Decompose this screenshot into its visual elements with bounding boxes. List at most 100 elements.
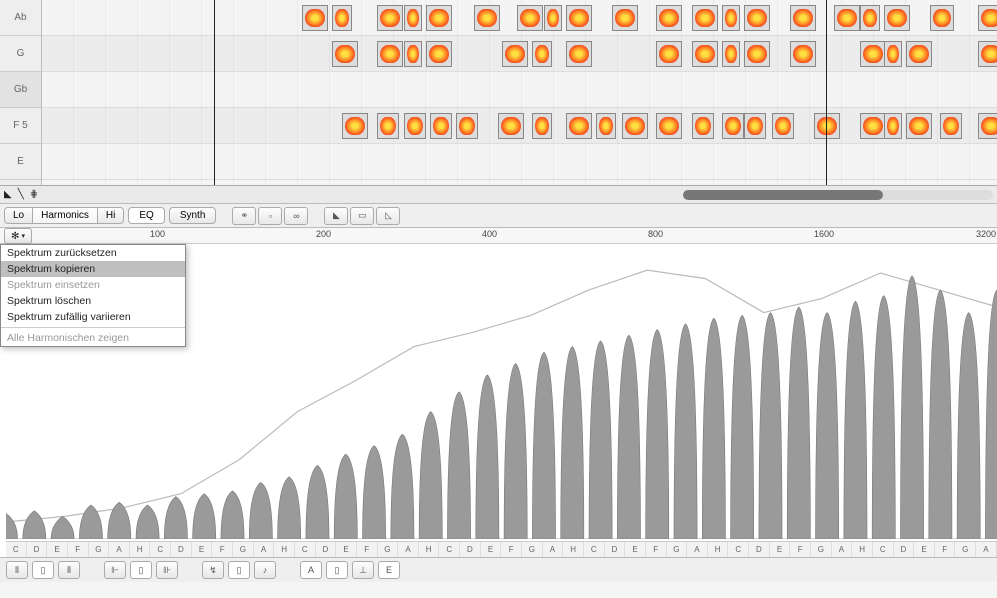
note-blob[interactable]: [404, 5, 422, 31]
track-row[interactable]: [42, 72, 997, 108]
menu-item[interactable]: Spektrum zufällig variieren: [1, 309, 185, 325]
note-blob[interactable]: [532, 113, 552, 139]
amp-button[interactable]: A: [300, 561, 322, 579]
note-blob[interactable]: [884, 113, 902, 139]
mode-b-icon[interactable]: ▭: [350, 207, 374, 225]
mode-a-icon[interactable]: ◣: [324, 207, 348, 225]
playhead[interactable]: [214, 0, 215, 185]
note-blob[interactable]: [404, 113, 426, 139]
menu-item[interactable]: Spektrum kopieren: [1, 261, 185, 277]
note-blob[interactable]: [744, 113, 766, 139]
menu-item[interactable]: Spektrum löschen: [1, 293, 185, 309]
note-blob[interactable]: [377, 5, 403, 31]
note-blob[interactable]: [692, 113, 714, 139]
note-blob[interactable]: [906, 41, 932, 67]
track-area[interactable]: [42, 0, 997, 185]
note-blob[interactable]: [474, 5, 500, 31]
note-blob[interactable]: [860, 113, 886, 139]
track-row[interactable]: [42, 108, 997, 144]
note-blob[interactable]: [772, 113, 794, 139]
note-blob[interactable]: [342, 113, 368, 139]
mode-c-icon[interactable]: ◺: [376, 207, 400, 225]
note-blob[interactable]: [656, 113, 682, 139]
tool-5-icon[interactable]: ▯: [130, 561, 152, 579]
note-blob[interactable]: [978, 41, 997, 67]
eq-button[interactable]: EQ: [128, 207, 164, 224]
tool-7-icon[interactable]: ↯: [202, 561, 224, 579]
note-blob[interactable]: [404, 41, 422, 67]
note-blob[interactable]: [332, 5, 352, 31]
note-blob[interactable]: [377, 41, 403, 67]
synth-button[interactable]: Synth: [169, 207, 217, 224]
note-blob[interactable]: [790, 41, 816, 67]
note-blob[interactable]: [884, 41, 902, 67]
note-blob[interactable]: [884, 5, 910, 31]
note-blob[interactable]: [532, 41, 552, 67]
pencil-tool-icon[interactable]: ╲: [18, 189, 24, 200]
note-blob[interactable]: [566, 5, 592, 31]
note-blob[interactable]: [656, 5, 682, 31]
track-row[interactable]: [42, 36, 997, 72]
note-blob[interactable]: [744, 5, 770, 31]
env-button[interactable]: E: [378, 561, 400, 579]
note-blob[interactable]: [906, 113, 932, 139]
link-icon[interactable]: ⚭: [232, 207, 256, 225]
note-blob[interactable]: [692, 41, 718, 67]
note-blob[interactable]: [978, 5, 997, 31]
tool-3-icon[interactable]: ⫴: [58, 561, 80, 579]
tool-4-icon[interactable]: ⊩: [104, 561, 126, 579]
note-blob[interactable]: [722, 41, 740, 67]
note-blob[interactable]: [692, 5, 718, 31]
note-blob[interactable]: [860, 41, 886, 67]
note-blob[interactable]: [377, 113, 399, 139]
note-blob[interactable]: [566, 41, 592, 67]
note-blob[interactable]: [834, 5, 860, 31]
box-icon[interactable]: ▫: [258, 207, 282, 225]
note-blob[interactable]: [502, 41, 528, 67]
note-blob[interactable]: [517, 5, 543, 31]
loop-icon[interactable]: ∞: [284, 207, 308, 225]
track-row[interactable]: [42, 144, 997, 180]
note-blob[interactable]: [612, 5, 638, 31]
note-blob[interactable]: [860, 5, 880, 31]
hi-button[interactable]: Hi: [98, 208, 123, 223]
horizontal-scrollbar[interactable]: [683, 190, 993, 200]
note-blob[interactable]: [622, 113, 648, 139]
menu-item[interactable]: Spektrum zurücksetzen: [1, 245, 185, 261]
note-blob[interactable]: [566, 113, 592, 139]
note-blob[interactable]: [596, 113, 616, 139]
tool-6-icon[interactable]: ⊪: [156, 561, 178, 579]
tool-11-icon[interactable]: ⊥: [352, 561, 374, 579]
cursor-tool-icon[interactable]: ◣: [4, 189, 12, 200]
note-blob[interactable]: [814, 113, 840, 139]
note-blob[interactable]: [332, 41, 358, 67]
piano-roll[interactable]: Ab G Gb F 5 E: [0, 0, 997, 186]
note-blob[interactable]: [498, 113, 524, 139]
note-blob[interactable]: [722, 5, 740, 31]
tool-1-icon[interactable]: ⫴: [6, 561, 28, 579]
note-blob[interactable]: [426, 5, 452, 31]
note-blob[interactable]: [656, 41, 682, 67]
note-blob[interactable]: [790, 5, 816, 31]
note-blob[interactable]: [430, 113, 452, 139]
note-blob[interactable]: [978, 113, 997, 139]
spectrum-context-menu[interactable]: Spektrum zurücksetzenSpektrum kopieren Sp…: [0, 244, 186, 347]
gear-menu-button[interactable]: ✻▾: [4, 228, 32, 244]
note-blob[interactable]: [744, 41, 770, 67]
lo-button[interactable]: Lo: [5, 208, 33, 223]
note-blob[interactable]: [544, 5, 562, 31]
note-blob[interactable]: [930, 5, 954, 31]
harmonics-button[interactable]: Harmonics: [33, 208, 98, 223]
note-blob[interactable]: [722, 113, 744, 139]
note-blob[interactable]: [302, 5, 328, 31]
note-blob[interactable]: [426, 41, 452, 67]
tool-9-icon[interactable]: ♪: [254, 561, 276, 579]
track-row[interactable]: [42, 0, 997, 36]
playhead[interactable]: [826, 0, 827, 185]
tool-2-icon[interactable]: ▯: [32, 561, 54, 579]
note-blob[interactable]: [940, 113, 962, 139]
grid-tool-icon[interactable]: ⋕: [30, 189, 38, 200]
tool-10-icon[interactable]: ▯: [326, 561, 348, 579]
note-blob[interactable]: [456, 113, 478, 139]
tool-8-icon[interactable]: ▯: [228, 561, 250, 579]
